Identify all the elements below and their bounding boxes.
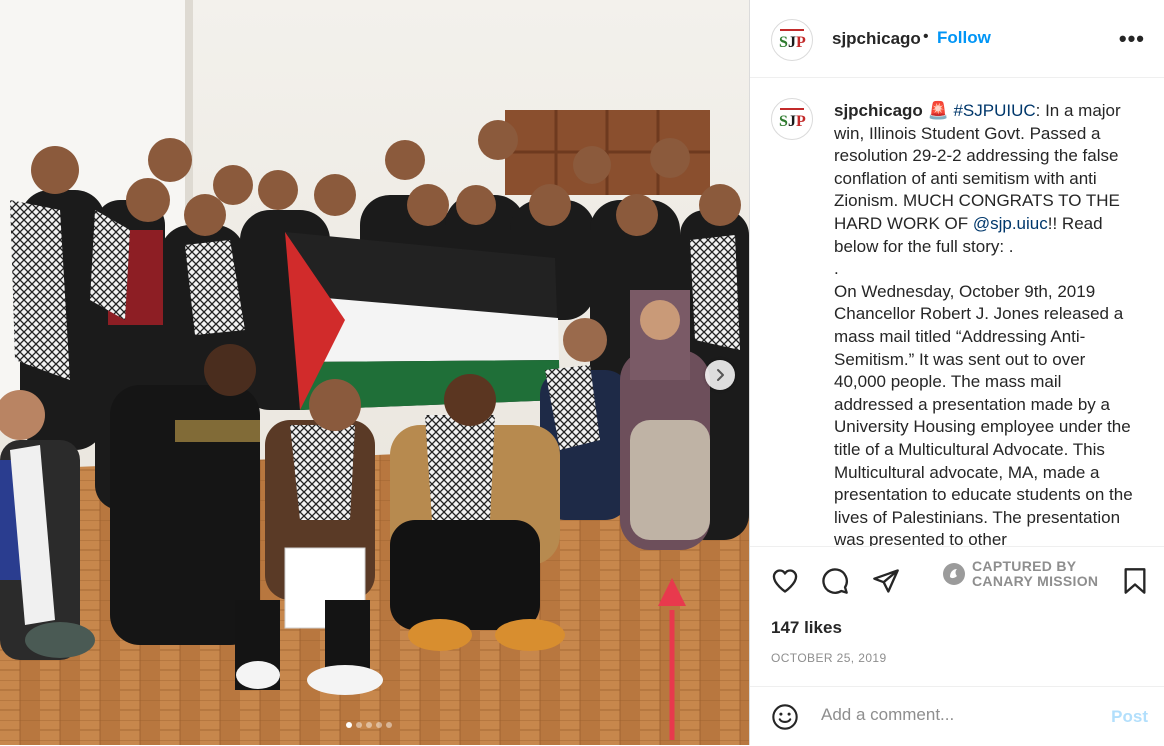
carousel-dot — [386, 722, 392, 728]
comment-icon[interactable] — [821, 567, 849, 595]
svg-text:P: P — [796, 34, 806, 51]
mention-link[interactable]: @sjp.uiuc — [973, 214, 1048, 233]
post-date[interactable]: OCTOBER 25, 2019 — [771, 651, 887, 665]
canary-mission-watermark: CAPTURED BY CANARY MISSION — [942, 559, 1098, 589]
post-sidebar: S J P sjpchicago • Follow ••• S J P sjpc… — [749, 0, 1164, 745]
watermark-line2: CANARY MISSION — [972, 573, 1099, 589]
sjp-logo-icon: S J P — [779, 108, 806, 130]
canary-bird-icon — [943, 563, 965, 585]
header-separator: • — [923, 28, 929, 45]
post-header: S J P sjpchicago • Follow ••• — [750, 0, 1164, 78]
carousel-dot — [376, 722, 382, 728]
chevron-right-icon — [717, 369, 724, 381]
heart-icon[interactable] — [771, 567, 799, 595]
carousel-pagination — [346, 722, 392, 728]
group-photo-illustration — [0, 0, 749, 745]
watermark-line1: CAPTURED BY — [972, 558, 1077, 574]
svg-text:J: J — [788, 113, 796, 130]
bookmark-icon[interactable] — [1122, 567, 1148, 595]
likes-count[interactable]: 147 likes — [771, 618, 842, 638]
caption-avatar[interactable]: S J P — [771, 98, 813, 140]
svg-text:J: J — [788, 34, 796, 51]
avatar[interactable]: S J P — [771, 19, 813, 61]
smiley-icon[interactable] — [771, 703, 799, 731]
action-bar: CAPTURED BY CANARY MISSION 147 likes OCT… — [750, 546, 1164, 687]
caption-body: On Wednesday, October 9th, 2019 Chancell… — [834, 281, 1133, 546]
comment-box: Post — [750, 686, 1164, 746]
carousel-dot — [346, 722, 352, 728]
siren-emoji: 🚨 — [927, 101, 949, 120]
carousel-next-button[interactable] — [705, 360, 735, 390]
caption-dot-line: . — [834, 259, 839, 279]
caption-username[interactable]: sjpchicago — [834, 101, 923, 120]
svg-text:P: P — [796, 113, 806, 130]
svg-text:S: S — [779, 34, 788, 51]
follow-button[interactable]: Follow — [937, 28, 991, 48]
carousel-dot — [356, 722, 362, 728]
post-photo[interactable] — [0, 0, 749, 745]
share-icon[interactable] — [872, 567, 900, 595]
more-options-button[interactable]: ••• — [1119, 26, 1145, 52]
comment-input[interactable] — [821, 705, 1091, 725]
sjp-logo-icon: S J P — [779, 29, 806, 51]
carousel-dot — [366, 722, 372, 728]
header-username[interactable]: sjpchicago — [832, 29, 921, 49]
post-comment-button[interactable]: Post — [1111, 707, 1148, 727]
svg-text:S: S — [779, 113, 788, 130]
caption-section: S J P sjpchicago 🚨 #SJPUIUC: In a major … — [750, 78, 1164, 546]
caption-text: sjpchicago 🚨 #SJPUIUC: In a major win, I… — [834, 100, 1139, 546]
hashtag-link[interactable]: #SJPUIUC — [953, 101, 1035, 120]
